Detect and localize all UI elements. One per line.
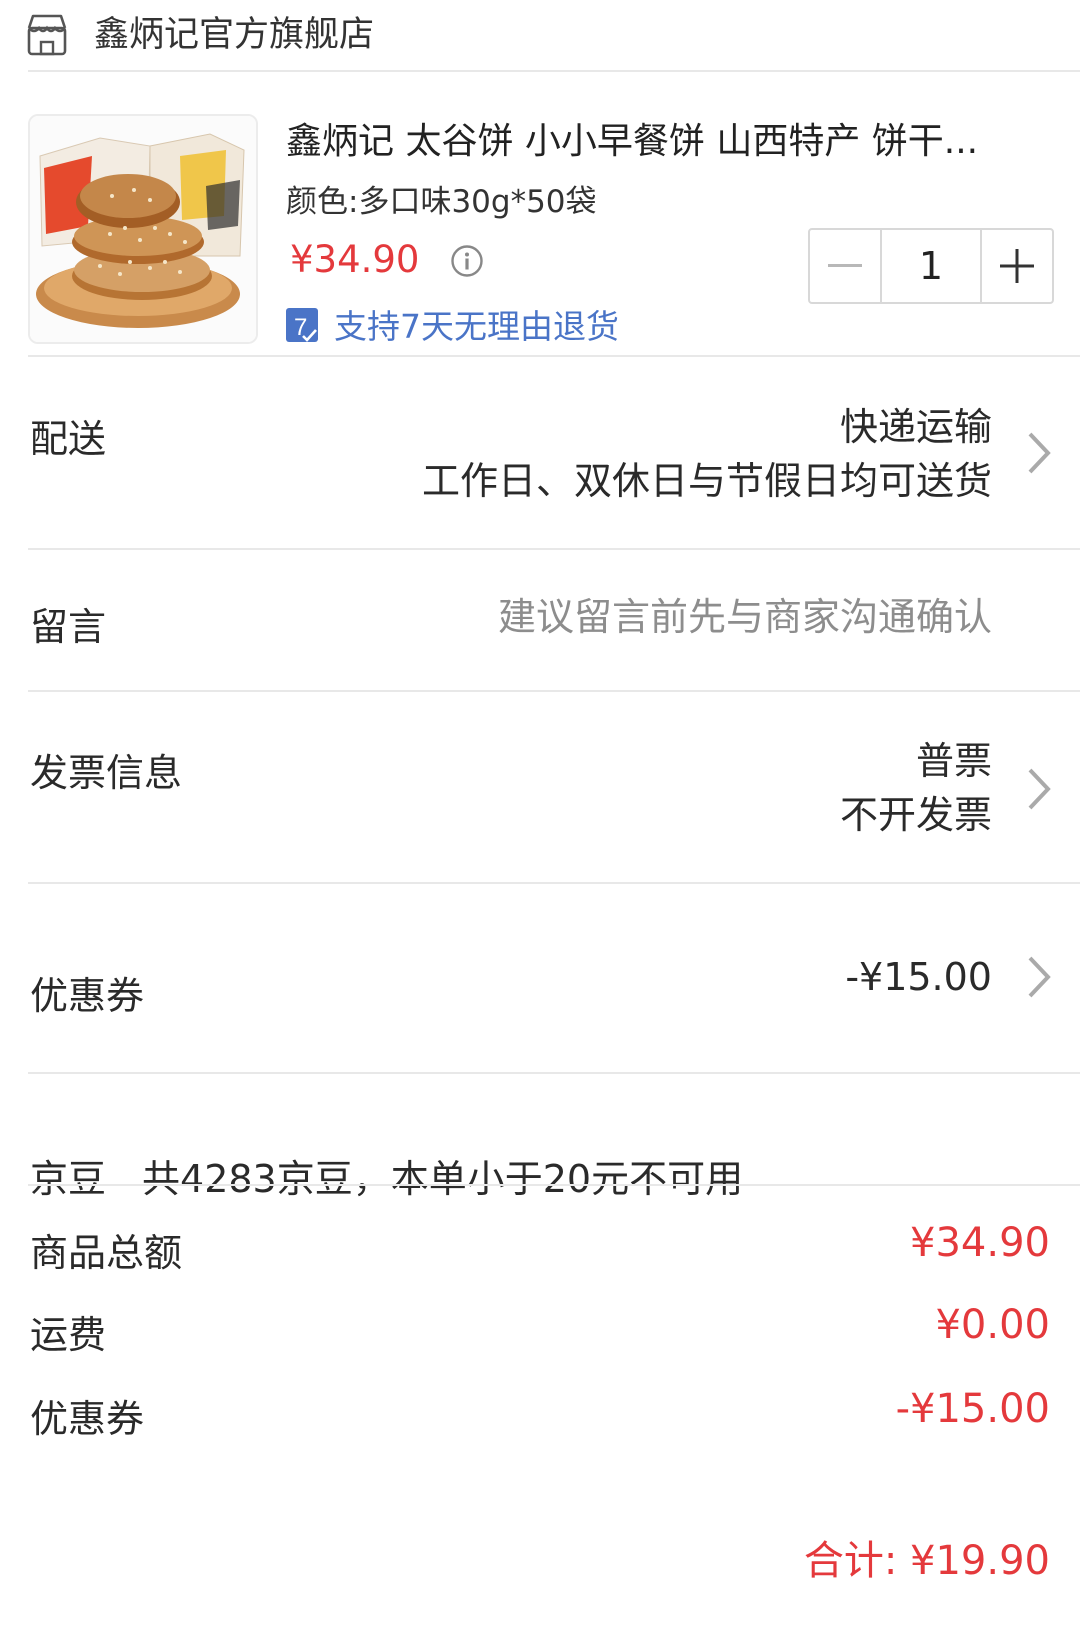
summary-label: 运费: [30, 1313, 107, 1357]
quantity-stepper[interactable]: 1: [808, 228, 1054, 304]
message-label: 留言: [30, 605, 107, 649]
chevron-right-icon: [1028, 956, 1051, 998]
return-badge-icon: 7: [286, 308, 318, 342]
jingdou-info: 共4283京豆，本单小于20元不可用: [142, 1157, 744, 1201]
quantity-value[interactable]: 1: [882, 230, 980, 302]
divider: [28, 690, 1080, 692]
order-total: 合计: ¥19.90: [803, 1538, 1050, 1584]
invoice-status: 不开发票: [839, 793, 992, 837]
product-price: ¥34.90: [290, 238, 420, 281]
delivery-info: 快递运输 工作日、双休日与节假日均可送货: [422, 400, 992, 508]
invoice-type: 普票: [915, 739, 992, 783]
shop-name[interactable]: 鑫炳记官方旗舰店: [94, 6, 374, 57]
coupon-label: 优惠券: [30, 974, 145, 1018]
shop-header[interactable]: 鑫炳记官方旗舰店: [0, 0, 1080, 72]
divider: [28, 1184, 1080, 1186]
return-policy: 支持7天无理由退货: [334, 307, 619, 346]
increase-button[interactable]: [980, 230, 1052, 302]
delivery-label: 配送: [30, 417, 107, 461]
summary-value: -¥15.00: [895, 1386, 1050, 1432]
summary-value: ¥34.90: [910, 1220, 1050, 1266]
divider: [28, 1072, 1080, 1074]
invoice-label: 发票信息: [30, 751, 183, 795]
store-icon: [27, 14, 67, 56]
divider: [28, 548, 1080, 550]
plus-icon: [1000, 249, 1034, 283]
message-input[interactable]: 建议留言前先与商家沟通确认: [498, 590, 992, 644]
product-image[interactable]: [28, 114, 258, 344]
minus-icon: [828, 264, 862, 267]
divider: [28, 882, 1080, 884]
delivery-method: 快递运输: [839, 405, 992, 449]
product-photo: [30, 116, 256, 342]
divider: [28, 355, 1080, 357]
info-icon[interactable]: [450, 244, 484, 278]
product-title[interactable]: 鑫炳记 太谷饼 小小早餐饼 山西特产 饼干...: [286, 112, 1046, 164]
divider: [28, 70, 1080, 72]
summary-label: 优惠券: [30, 1397, 145, 1441]
product-spec: 颜色:多口味30g*50袋: [286, 184, 597, 220]
jingdou-row: 京豆 共4283京豆，本单小于20元不可用: [30, 1148, 743, 1203]
chevron-right-icon: [1028, 432, 1051, 474]
jingdou-label: 京豆: [30, 1157, 107, 1201]
decrease-button[interactable]: [810, 230, 882, 302]
coupon-value: -¥15.00: [845, 955, 992, 999]
chevron-right-icon: [1028, 768, 1051, 810]
summary-value: ¥0.00: [935, 1302, 1050, 1348]
summary-label: 商品总额: [30, 1231, 183, 1275]
invoice-info: 普票 不开发票: [840, 734, 992, 842]
delivery-schedule: 工作日、双休日与节假日均可送货: [421, 459, 992, 503]
